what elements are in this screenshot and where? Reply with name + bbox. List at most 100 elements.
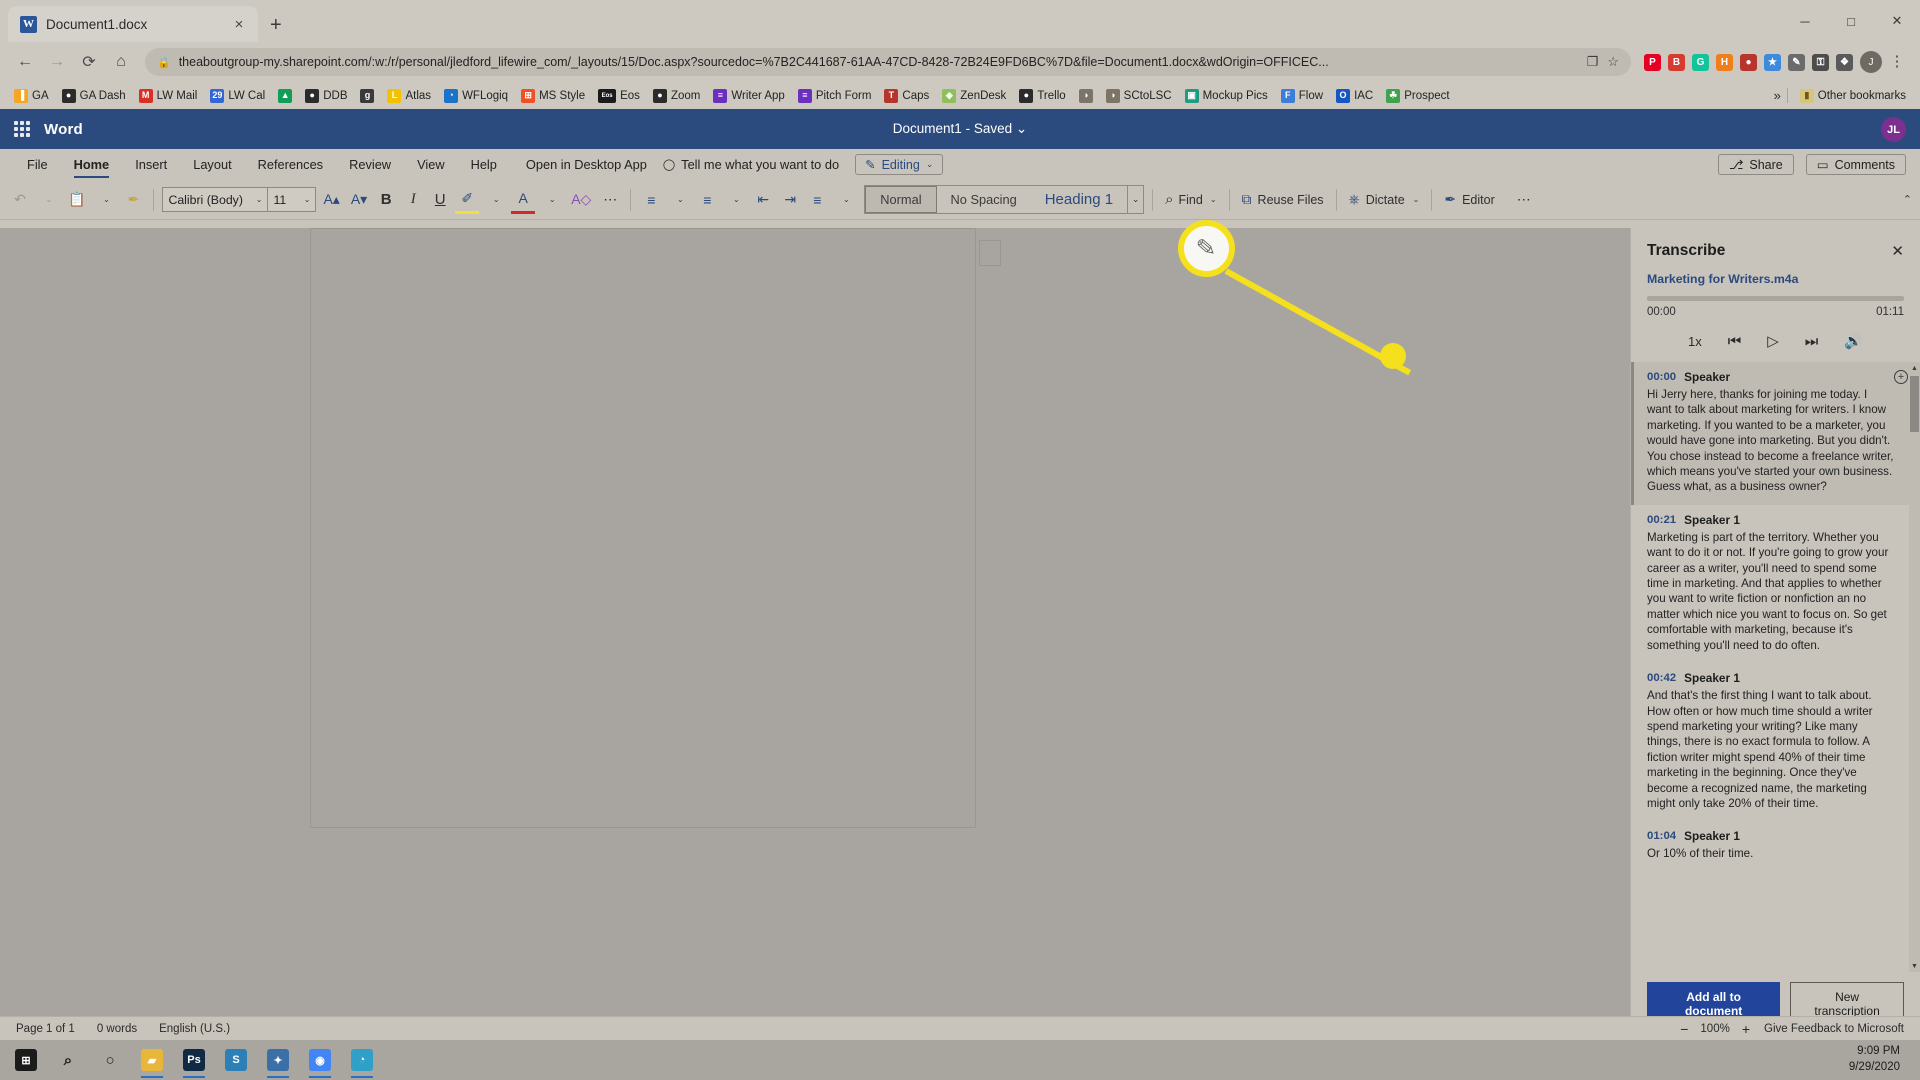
key-extension-icon[interactable]: ⚿ [1812, 53, 1829, 71]
file-explorer-icon[interactable]: ▰ [132, 1040, 172, 1080]
play-icon[interactable]: ▷ [1767, 332, 1779, 350]
share-page-icon[interactable]: ❐ [1587, 54, 1599, 70]
bookmark-item[interactable]: ▲ [272, 87, 298, 105]
open-in-desktop-app-button[interactable]: Open in Desktop App [526, 157, 647, 172]
decrease-indent-icon[interactable]: ⇤ [751, 186, 775, 214]
save-state[interactable]: Saved [974, 121, 1012, 136]
segment-speaker[interactable]: Speaker 1 [1684, 829, 1740, 843]
ribbon-tab-home[interactable]: Home [61, 149, 123, 180]
bookmark-item[interactable]: M LW Mail [133, 87, 204, 105]
bitmoji-extension-icon[interactable]: B [1668, 53, 1685, 71]
numbered-list-icon[interactable]: ≡ [695, 186, 719, 214]
clear-formatting-icon[interactable]: A◇ [567, 186, 595, 214]
shrink-font-icon[interactable]: A▾ [347, 186, 371, 214]
reuse-files-button[interactable]: ⧉ Reuse Files [1238, 186, 1328, 214]
document-page[interactable] [310, 228, 976, 828]
more-commands-icon[interactable]: ⋯ [1512, 186, 1536, 214]
bookmark-item[interactable]: ☘ Prospect [1380, 87, 1455, 105]
bookmarks-overflow-icon[interactable]: » [1774, 88, 1781, 103]
fast-forward-icon[interactable]: ⏭ [1805, 333, 1819, 350]
align-icon[interactable]: ≡ [805, 186, 829, 214]
bookmark-star-icon[interactable]: ☆ [1607, 54, 1619, 70]
collapse-ribbon-icon[interactable]: ⌃ [1903, 193, 1912, 206]
find-button[interactable]: ⌕ Find ⌄ [1161, 186, 1220, 214]
close-window-button[interactable]: ✕ [1874, 0, 1920, 42]
zoom-out-button[interactable]: − [1680, 1021, 1688, 1037]
scroll-down-icon[interactable]: ▼ [1909, 960, 1920, 972]
ribbon-tab-help[interactable]: Help [458, 149, 510, 180]
increase-indent-icon[interactable]: ⇥ [778, 186, 802, 214]
address-bar[interactable]: 🔒 theaboutgroup-my.sharepoint.com/:w:/r/… [145, 48, 1631, 76]
forward-icon[interactable]: → [42, 47, 72, 77]
bookmark-item[interactable]: L Atlas [381, 87, 437, 105]
close-tab-icon[interactable]: × [230, 17, 248, 32]
add-segment-to-document-icon[interactable]: + [1894, 370, 1908, 384]
taskbar-clock[interactable]: 9:09 PM 9/29/2020 [1849, 1044, 1914, 1075]
rewind-icon[interactable]: ⏮ [1728, 333, 1742, 350]
bookmark-item[interactable]: ≡ Writer App [707, 87, 790, 105]
profile-avatar[interactable]: J [1860, 51, 1882, 73]
segment-timestamp[interactable]: 00:00 [1647, 371, 1676, 383]
segment-timestamp[interactable]: 00:21 [1647, 514, 1676, 526]
numbering-caret-icon[interactable]: ⌄ [724, 186, 748, 214]
maximize-button[interactable]: □ [1828, 0, 1874, 42]
segment-timestamp[interactable]: 00:42 [1647, 672, 1676, 684]
bookmark-item[interactable]: ▣ Mockup Pics [1179, 87, 1274, 105]
grow-font-icon[interactable]: A▴ [319, 186, 343, 214]
segment-text[interactable]: Marketing is part of the territory. Whet… [1647, 530, 1894, 653]
new-tab-button[interactable]: + [270, 15, 282, 35]
bookmark-other-bookmarks[interactable]: ▮ Other bookmarks [1794, 87, 1912, 105]
undo-icon[interactable]: ↶ [8, 186, 32, 214]
save-state-caret[interactable]: ⌄ [1016, 121, 1027, 136]
bookmark-item[interactable]: ◑ [1073, 87, 1099, 105]
bookmark-item[interactable]: ◔ WFLogiq [438, 87, 514, 105]
editor-button[interactable]: ✒ Editor [1440, 186, 1498, 214]
ribbon-tab-view[interactable]: View [404, 149, 458, 180]
font-size-select[interactable]: 11 ⌄ [267, 188, 315, 211]
scroll-up-icon[interactable]: ▲ [1909, 362, 1920, 374]
bookmark-item[interactable]: ● GA Dash [56, 87, 132, 105]
feedback-link[interactable]: Give Feedback to Microsoft [1764, 1023, 1904, 1035]
bookmark-item[interactable]: Eos Eos [592, 87, 646, 105]
grammarly-extension-icon[interactable]: G [1692, 53, 1709, 71]
style-normal[interactable]: Normal [865, 186, 937, 213]
puzzle-extension-icon[interactable]: ❖ [1836, 53, 1853, 71]
browser-tab[interactable]: W Document1.docx × [8, 6, 258, 42]
volume-icon[interactable]: 🔊 [1844, 332, 1863, 350]
bullets-caret-icon[interactable]: ⌄ [668, 186, 692, 214]
audio-file-name[interactable]: Marketing for Writers.m4a [1631, 268, 1920, 296]
close-icon[interactable]: ✕ [1891, 242, 1904, 260]
segment-text[interactable]: And that's the first thing I want to tal… [1647, 688, 1894, 811]
bookmark-item[interactable]: ◑ SCtoLSC [1100, 87, 1178, 105]
language-indicator[interactable]: English (U.S.) [159, 1023, 230, 1035]
format-painter-icon[interactable]: ✒ [121, 186, 145, 214]
highlight-caret-icon[interactable]: ⌄ [484, 186, 508, 214]
chrome-icon[interactable]: ◉ [300, 1040, 340, 1080]
start-button[interactable]: ⊞ [6, 1040, 46, 1080]
photoshop-icon[interactable]: Ps [174, 1040, 214, 1080]
align-caret-icon[interactable]: ⌄ [834, 186, 858, 214]
word-count[interactable]: 0 words [97, 1023, 137, 1035]
font-color-icon[interactable]: A [511, 186, 536, 214]
scrollbar-thumb[interactable] [1910, 376, 1919, 432]
transcript-segment[interactable]: 00:21 Speaker 1 Marketing is part of the t… [1631, 505, 1916, 663]
user-avatar[interactable]: JL [1881, 117, 1906, 142]
ribbon-tab-insert[interactable]: Insert [122, 149, 180, 180]
more-font-options-icon[interactable]: ⋯ [598, 186, 622, 214]
font-name-select[interactable]: Calibri (Body) ⌄ [163, 188, 267, 211]
bookmark-item[interactable]: ● Zoom [647, 87, 706, 105]
segment-timestamp[interactable]: 01:04 [1647, 830, 1676, 842]
bookmark-item[interactable]: 29 LW Cal [204, 87, 271, 105]
word-app-name[interactable]: Word [44, 121, 83, 138]
transcript-list[interactable]: 00:00 Speaker Hi Jerry here, thanks for jo… [1631, 362, 1920, 972]
style-no-spacing[interactable]: No Spacing [937, 186, 1031, 213]
bookmark-item[interactable]: g [354, 87, 380, 105]
transcript-segment[interactable]: 01:04 Speaker 1 Or 10% of their time. [1631, 821, 1916, 871]
playback-speed-button[interactable]: 1x [1688, 334, 1702, 349]
home-icon[interactable]: ⌂ [106, 47, 136, 77]
bookmark-item[interactable]: ▐ GA [8, 87, 55, 105]
comments-button[interactable]: ▭ Comments [1805, 154, 1906, 175]
reload-icon[interactable]: ⟳ [74, 47, 104, 77]
segment-speaker[interactable]: Speaker [1684, 370, 1730, 384]
ribbon-tab-file[interactable]: File [14, 149, 61, 180]
